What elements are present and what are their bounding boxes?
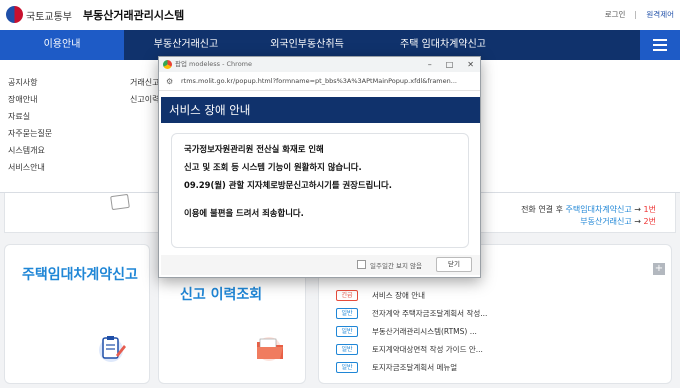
popup-titlebar[interactable]: 팝업 modeless - Chrome – □ ✕ — [159, 57, 480, 72]
notice-title[interactable]: 부동산거래관리시스템(RTMS) ... — [372, 326, 477, 337]
dropdown-col-transaction: 거래신고 신고이력 — [130, 74, 159, 108]
nav-item-guide[interactable]: 이용안내 — [0, 30, 124, 60]
menu-item-history[interactable]: 신고이력 — [130, 91, 159, 108]
notice-row[interactable]: 일반 부동산거래관리시스템(RTMS) ... — [336, 326, 477, 337]
phone-guide-line-2: 부동산거래신고 → 2번 — [580, 217, 656, 226]
notice-title[interactable]: 서비스 장애 안내 — [372, 290, 425, 301]
login-link[interactable]: 로그인 — [605, 9, 626, 20]
system-title[interactable]: 부동산거래관리시스템 — [83, 7, 184, 23]
top-header: 국토교통부 부동산거래관리시스템 로그인 원격제어 — [0, 0, 680, 30]
remote-control-link[interactable]: 원격제어 — [646, 9, 674, 20]
notice-title[interactable]: 전자계약 주택자금조달계획서 작성... — [372, 308, 487, 319]
menu-item-outage[interactable]: 장애안내 — [8, 91, 52, 108]
notice-row[interactable]: 일반 토지계약대상면적 작성 가이드 안... — [336, 344, 483, 355]
gov-name: 국토교통부 — [26, 12, 72, 23]
popup-header: 서비스 장애 안내 — [161, 97, 480, 123]
popup-url: rtms.molit.go.kr/popup.html?formname=pt_… — [181, 77, 457, 85]
transaction-report-link[interactable]: 부동산거래신고 — [580, 217, 632, 226]
site-settings-icon[interactable]: ⚙ — [166, 77, 173, 86]
close-button[interactable]: 닫기 — [436, 257, 472, 272]
more-plus-icon[interactable]: + — [653, 263, 665, 275]
close-window-icon[interactable]: ✕ — [467, 57, 474, 72]
notice-tag: 일반 — [336, 362, 358, 373]
notice-row[interactable]: 일반 토지자금조달계획서 메뉴얼 — [336, 362, 457, 373]
popup-message-box: 국가정보자원관리원 전산실 화재로 인해 신고 및 조회 등 시스템 기능이 원… — [171, 133, 469, 248]
message-line: 신고 및 조회 등 시스템 기능이 원활하지 않습니다. — [184, 162, 362, 172]
notice-tag: 일반 — [336, 308, 358, 319]
message-line: 국가정보자원관리원 전산실 화재로 인해 — [184, 144, 324, 154]
menu-item-notice[interactable]: 공지사항 — [8, 74, 52, 91]
notice-tag: 일반 — [336, 326, 358, 337]
divider — [635, 10, 637, 19]
hide-week-label[interactable]: 일주일간 보지 않음 — [370, 260, 422, 270]
popup-url-bar[interactable]: ⚙ rtms.molit.go.kr/popup.html?formname=p… — [159, 72, 480, 91]
notice-title[interactable]: 토지자금조달계획서 메뉴얼 — [372, 362, 457, 373]
history-card-title: 신고 이력조회 — [180, 287, 263, 303]
notice-title[interactable]: 토지계약대상면적 작성 가이드 안... — [372, 344, 483, 355]
rental-card-title: 주택임대차계약신고 — [22, 267, 138, 283]
notice-row[interactable]: 긴급 서비스 장애 안내 — [336, 290, 425, 301]
maximize-icon[interactable]: □ — [446, 57, 454, 72]
notice-tag: 일반 — [336, 344, 358, 355]
phone-guide-line-1: 전화 연결 후 주택임대차계약신고 → 1번 — [521, 205, 656, 214]
notice-tag: 긴급 — [336, 290, 358, 301]
folder-icon — [254, 333, 286, 363]
notice-row[interactable]: 일반 전자계약 주택자금조달계획서 작성... — [336, 308, 487, 319]
menu-item-resources[interactable]: 자료실 — [8, 108, 52, 125]
chrome-icon — [163, 60, 172, 69]
hide-week-checkbox[interactable] — [357, 260, 366, 269]
rental-report-link[interactable]: 주택임대차계약신고 — [566, 205, 632, 214]
clipboard-icon — [98, 333, 128, 363]
popup-footer: 일주일간 보지 않음 닫기 — [161, 255, 480, 275]
menu-item-faq[interactable]: 자주묻는질문 — [8, 125, 52, 142]
government-emblem-icon — [6, 6, 23, 23]
menu-item-service-guide[interactable]: 서비스안내 — [8, 159, 52, 176]
minimize-icon[interactable]: – — [428, 57, 432, 72]
window-controls: – □ ✕ — [428, 57, 474, 72]
message-line: 09.29(월) 관할 지자체로방문신고하시기를 권장드립니다. — [184, 180, 392, 190]
edit-icon — [110, 193, 130, 211]
popup-window-title: 팝업 modeless - Chrome — [175, 60, 253, 68]
menu-item-overview[interactable]: 시스템개요 — [8, 142, 52, 159]
menu-hamburger-icon[interactable] — [640, 30, 680, 60]
outage-popup-window: 팝업 modeless - Chrome – □ ✕ ⚙ rtms.molit.… — [158, 56, 481, 278]
menu-item-transaction[interactable]: 거래신고 — [130, 74, 159, 91]
dropdown-col-guide: 공지사항 장애안내 자료실 자주묻는질문 시스템개요 서비스안내 — [8, 74, 52, 176]
message-line: 이용에 불편을 드려서 죄송합니다. — [184, 208, 304, 218]
top-links: 로그인 원격제어 — [605, 9, 674, 20]
